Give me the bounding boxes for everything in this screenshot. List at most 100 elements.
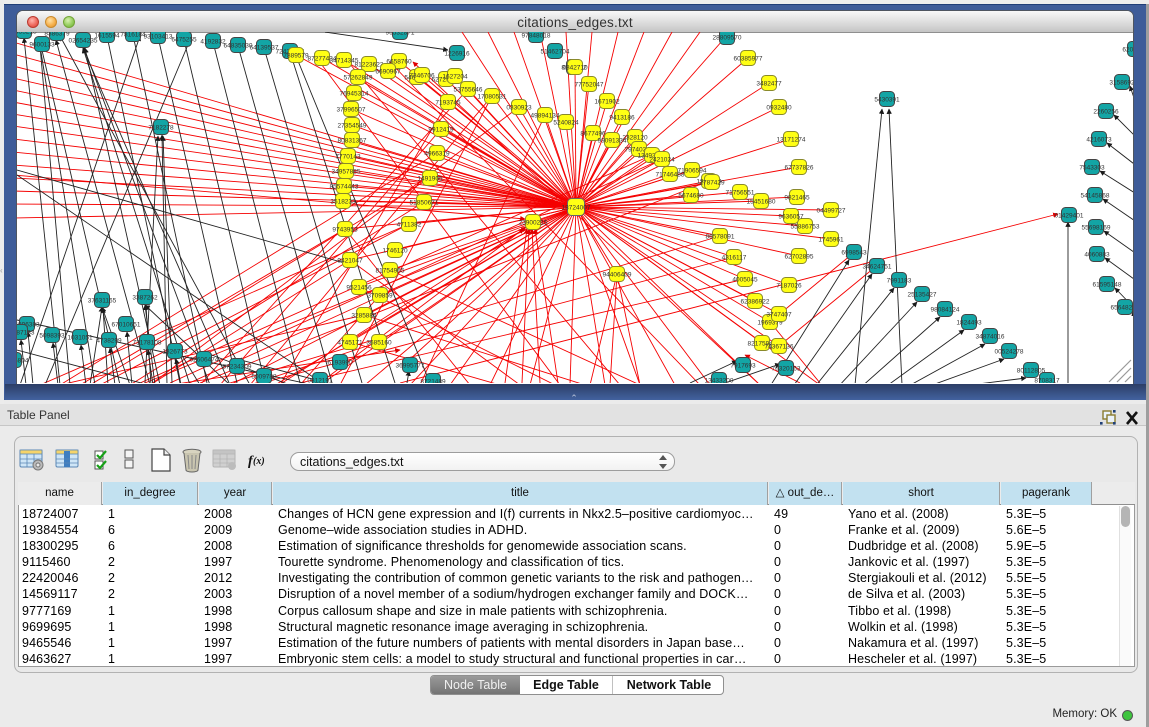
svg-text:9521456: 9521456 bbox=[346, 285, 372, 292]
svg-text:7816184: 7816184 bbox=[120, 32, 146, 39]
svg-text:13433200: 13433200 bbox=[705, 378, 734, 384]
svg-text:13171274: 13171274 bbox=[777, 137, 806, 144]
svg-text:15451680: 15451680 bbox=[747, 199, 776, 206]
svg-text:4005045: 4005045 bbox=[732, 277, 758, 284]
svg-text:98084124: 98084124 bbox=[931, 307, 960, 314]
svg-text:9600133: 9600133 bbox=[29, 42, 55, 49]
svg-text:7770143: 7770143 bbox=[335, 154, 361, 161]
svg-text:01429401: 01429401 bbox=[1055, 213, 1084, 220]
svg-text:23900215: 23900215 bbox=[519, 220, 548, 227]
svg-text:0433218: 0433218 bbox=[17, 32, 37, 36]
svg-text:0842710: 0842710 bbox=[562, 65, 588, 72]
svg-text:8677496: 8677496 bbox=[580, 131, 606, 138]
svg-text:7889579: 7889579 bbox=[283, 53, 309, 60]
svg-text:27354549: 27354549 bbox=[338, 123, 367, 130]
svg-text:53755646: 53755646 bbox=[454, 87, 483, 94]
svg-text:65648236: 65648236 bbox=[1111, 305, 1133, 312]
svg-text:04499727: 04499727 bbox=[817, 208, 846, 215]
svg-text:94406409: 94406409 bbox=[603, 272, 632, 279]
svg-text:37631165: 37631165 bbox=[88, 298, 117, 305]
svg-text:3709859: 3709859 bbox=[367, 293, 393, 300]
svg-text:9821465: 9821465 bbox=[784, 195, 810, 202]
svg-text:73178108: 73178108 bbox=[133, 340, 162, 347]
svg-text:9743953: 9743953 bbox=[332, 227, 358, 234]
svg-text:34624751: 34624751 bbox=[863, 264, 892, 271]
svg-text:7917693: 7917693 bbox=[730, 363, 756, 370]
svg-text:74367136: 74367136 bbox=[765, 344, 794, 351]
svg-text:4216073: 4216073 bbox=[1086, 137, 1112, 144]
svg-text:4745171: 4745171 bbox=[337, 340, 363, 347]
svg-text:7543303: 7543303 bbox=[1079, 165, 1105, 172]
svg-text:4738299: 4738299 bbox=[96, 338, 122, 345]
svg-text:1031051: 1031051 bbox=[67, 335, 93, 342]
svg-text:7991183: 7991183 bbox=[887, 278, 912, 285]
svg-text:36995777: 36995777 bbox=[396, 363, 425, 370]
svg-text:5098393: 5098393 bbox=[39, 333, 65, 340]
svg-text:34957885: 34957885 bbox=[332, 169, 361, 176]
svg-text:1671902: 1671902 bbox=[594, 99, 620, 106]
svg-text:67737826: 67737826 bbox=[785, 165, 814, 172]
svg-text:71756551: 71756551 bbox=[726, 190, 755, 197]
svg-text:3747407: 3747407 bbox=[766, 312, 792, 319]
svg-text:65787133: 65787133 bbox=[17, 330, 35, 337]
svg-text:6475255: 6475255 bbox=[171, 37, 197, 44]
svg-text:62702895: 62702895 bbox=[785, 254, 814, 261]
svg-text:28809570: 28809570 bbox=[713, 35, 742, 42]
svg-text:81754965: 81754965 bbox=[376, 268, 405, 275]
svg-text:61595148: 61595148 bbox=[1093, 282, 1122, 289]
svg-text:7187026: 7187026 bbox=[776, 283, 802, 290]
svg-text:02606474: 02606474 bbox=[190, 357, 219, 364]
svg-text:96532871: 96532871 bbox=[386, 32, 415, 37]
svg-text:3685160: 3685160 bbox=[366, 340, 392, 347]
svg-text:5430391: 5430391 bbox=[874, 97, 900, 104]
svg-text:1745961: 1745961 bbox=[818, 237, 844, 244]
svg-text:77752047: 77752047 bbox=[575, 82, 604, 89]
svg-text:55886753: 55886753 bbox=[791, 224, 820, 231]
svg-text:1615594: 1615594 bbox=[94, 33, 120, 40]
svg-text:80831367: 80831367 bbox=[338, 138, 367, 145]
svg-text:5009788: 5009788 bbox=[251, 374, 277, 381]
svg-text:4966319: 4966319 bbox=[424, 151, 450, 158]
svg-text:2787429: 2787429 bbox=[699, 180, 725, 187]
svg-text:86578091: 86578091 bbox=[706, 234, 735, 241]
svg-text:93103413: 93103413 bbox=[144, 34, 173, 41]
svg-text:7182278: 7182278 bbox=[148, 125, 174, 132]
svg-text:37996507: 37996507 bbox=[337, 107, 366, 114]
svg-text:8708317: 8708317 bbox=[1034, 378, 1060, 384]
svg-text:4316117: 4316117 bbox=[722, 255, 747, 262]
svg-text:51462704: 51462704 bbox=[541, 49, 570, 56]
svg-text:60385977: 60385977 bbox=[734, 56, 763, 63]
svg-text:3387262: 3387262 bbox=[132, 295, 158, 302]
svg-text:3285884: 3285884 bbox=[351, 313, 377, 320]
svg-text:55698169: 55698169 bbox=[1082, 225, 1111, 232]
svg-text:97848018: 97848018 bbox=[522, 33, 551, 40]
svg-text:0812191: 0812191 bbox=[307, 378, 333, 384]
svg-text:25135427: 25135427 bbox=[908, 292, 937, 299]
svg-text:9413186: 9413186 bbox=[609, 115, 635, 122]
svg-text:87234309: 87234309 bbox=[223, 364, 252, 371]
svg-text:5240824: 5240824 bbox=[553, 120, 579, 127]
svg-text:54145868: 54145868 bbox=[1081, 193, 1110, 200]
svg-text:2328120: 2328120 bbox=[622, 135, 648, 142]
svg-text:1326773: 1326773 bbox=[162, 349, 188, 356]
svg-text:1491905: 1491905 bbox=[417, 176, 443, 183]
svg-text:0330923: 0330923 bbox=[506, 105, 532, 112]
svg-text:1824493: 1824493 bbox=[956, 320, 982, 327]
svg-text:7193745: 7193745 bbox=[435, 100, 461, 107]
svg-text:49894134: 49894134 bbox=[531, 113, 560, 120]
svg-text:9636057: 9636057 bbox=[778, 214, 804, 221]
svg-text:17080531: 17080531 bbox=[478, 94, 507, 101]
svg-text:2260256: 2260256 bbox=[1093, 109, 1119, 116]
svg-text:1627204: 1627204 bbox=[442, 74, 468, 81]
svg-text:67010651: 67010651 bbox=[112, 322, 141, 329]
svg-text:2421024: 2421024 bbox=[649, 157, 675, 164]
svg-text:4711382: 4711382 bbox=[397, 222, 422, 229]
svg-text:4192832: 4192832 bbox=[200, 39, 226, 46]
svg-text:85574443: 85574443 bbox=[330, 184, 359, 191]
svg-text:81223623: 81223623 bbox=[355, 62, 384, 69]
svg-text:64139537: 64139537 bbox=[250, 45, 279, 52]
svg-text:76320163: 76320163 bbox=[772, 366, 801, 373]
svg-text:1226916: 1226916 bbox=[444, 51, 470, 58]
svg-text:18724007: 18724007 bbox=[562, 205, 591, 212]
svg-text:62386922: 62386922 bbox=[741, 299, 770, 306]
